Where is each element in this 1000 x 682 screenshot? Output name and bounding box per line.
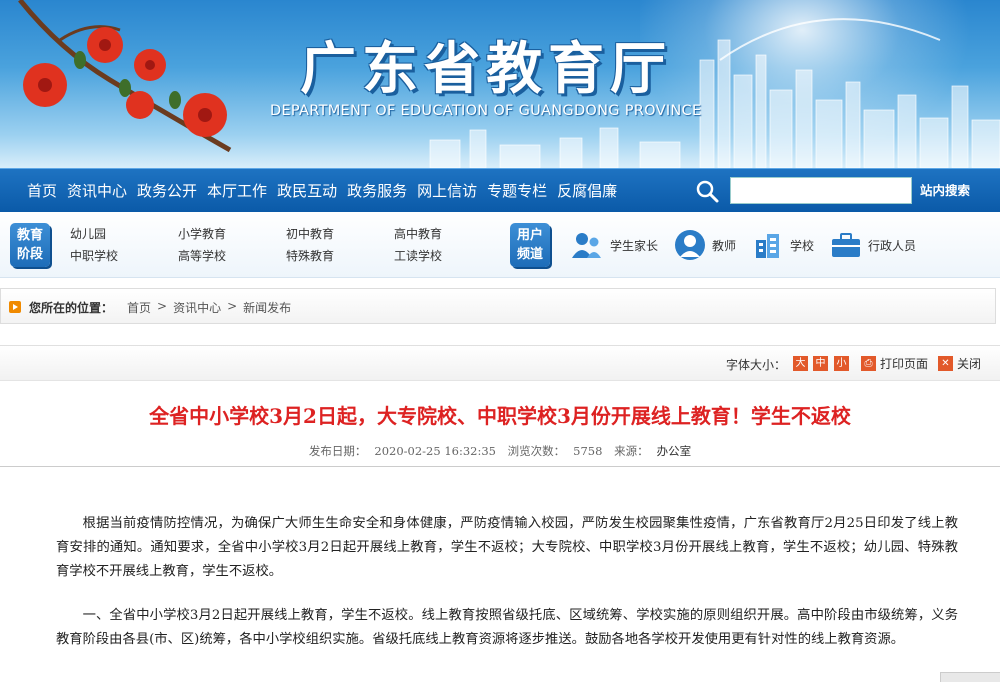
user-channel-list: 学生家长 教师 学校 行政人员 bbox=[570, 229, 932, 261]
site-subtitle: DEPARTMENT OF EDUCATION OF GUANGDONG PRO… bbox=[270, 103, 702, 119]
breadcrumb-news-release[interactable]: 新闻发布 bbox=[243, 299, 291, 316]
views-label: 浏览次数： bbox=[507, 444, 566, 458]
user-channel-teacher-label: 教师 bbox=[712, 238, 737, 253]
stage-link-senior[interactable]: 高中教育 bbox=[394, 225, 502, 243]
article-body: 根据当前疫情防控情况，为确保广大师生生命安全和身体健康，严防疫情输入校园，严防发… bbox=[56, 512, 958, 672]
user-channel-parents-label: 学生家长 bbox=[610, 238, 659, 253]
nav-item-anticorruption[interactable]: 反腐倡廉 bbox=[552, 180, 622, 201]
user-channel-admin[interactable]: 行政人员 bbox=[830, 231, 916, 259]
source-label: 来源： bbox=[614, 444, 649, 458]
main-nav: 首页 资讯中心 政务公开 本厅工作 政民互动 政务服务 网上信访 专题专栏 反腐… bbox=[0, 168, 1000, 212]
stage-links: 幼儿园 小学教育 初中教育 高中教育 中职学校 高等学校 特殊教育 工读学校 bbox=[70, 225, 502, 265]
school-building-icon bbox=[756, 234, 780, 258]
breadcrumb-home[interactable]: 首页 bbox=[127, 299, 151, 316]
views-count: 5758 bbox=[573, 444, 603, 458]
article-toolbar: 字体大小： 大 中 小 ⎙ 打印页面 ✕ 关闭 bbox=[0, 345, 1000, 381]
search-icon[interactable] bbox=[694, 178, 720, 204]
breadcrumb-news-center[interactable]: 资讯中心 bbox=[173, 299, 221, 316]
print-button[interactable]: ⎙ 打印页面 bbox=[861, 355, 928, 372]
breadcrumb-path: 首页 > 资讯中心 > 新闻发布 bbox=[127, 299, 291, 316]
close-label: 关闭 bbox=[957, 357, 982, 371]
nav-item-interaction[interactable]: 政民互动 bbox=[272, 180, 342, 201]
close-icon: ✕ bbox=[938, 356, 953, 371]
location-arrow-icon bbox=[9, 301, 21, 313]
article-paragraph: 一、全省中小学校3月2日起开展线上教育，学生不返校。线上教育按照省级托底、区域统… bbox=[56, 608, 958, 647]
article-title: 全省中小学校3月2日起，大专院校、中职学校3月份开展线上教育！学生不返校 bbox=[149, 404, 851, 428]
user-channel-school[interactable]: 学校 bbox=[752, 230, 814, 260]
breadcrumb-sep: > bbox=[227, 299, 238, 313]
user-channel-badge-text: 用户频道 bbox=[517, 228, 544, 262]
site-banner: 广东省教育厅 DEPARTMENT OF EDUCATION OF GUANGD… bbox=[0, 0, 1000, 168]
user-channel-badge: 用户频道 bbox=[510, 223, 550, 267]
publish-date: 2020-02-25 16:32:35 bbox=[374, 444, 496, 458]
user-channel-admin-label: 行政人员 bbox=[868, 238, 917, 253]
nav-item-gov-info[interactable]: 政务公开 bbox=[132, 180, 202, 201]
nav-item-services[interactable]: 政务服务 bbox=[342, 180, 412, 201]
education-stage-badge-text: 教育阶段 bbox=[17, 228, 44, 262]
nav-item-petition[interactable]: 网上信访 bbox=[412, 180, 482, 201]
font-size-medium-button[interactable]: 中 bbox=[813, 356, 828, 371]
briefcase-icon bbox=[832, 233, 861, 257]
publish-date-label: 发布日期： bbox=[308, 444, 367, 458]
print-label: 打印页面 bbox=[880, 357, 929, 371]
breadcrumb: 您所在的位置： 首页 > 资讯中心 > 新闻发布 bbox=[0, 288, 996, 324]
parent-student-icon bbox=[572, 233, 601, 258]
font-size-large-button[interactable]: 大 bbox=[793, 356, 808, 371]
stage-link-reform[interactable]: 工读学校 bbox=[394, 247, 502, 265]
site-search-button[interactable]: 站内搜索 bbox=[920, 180, 970, 199]
nav-item-topics[interactable]: 专题专栏 bbox=[482, 180, 552, 201]
stage-link-kindergarten[interactable]: 幼儿园 bbox=[70, 225, 178, 243]
print-icon: ⎙ bbox=[861, 356, 876, 371]
stage-link-higher[interactable]: 高等学校 bbox=[178, 247, 286, 265]
user-channel-parents[interactable]: 学生家长 bbox=[570, 230, 658, 260]
stage-link-special[interactable]: 特殊教育 bbox=[286, 247, 394, 265]
source-value: 办公室 bbox=[656, 444, 692, 458]
stage-link-junior[interactable]: 初中教育 bbox=[286, 225, 394, 243]
education-stage-badge: 教育阶段 bbox=[10, 223, 50, 267]
article-paragraph: 根据当前疫情防控情况，为确保广大师生生命安全和身体健康，严防疫情输入校园，严防发… bbox=[56, 516, 958, 579]
font-size-label: 字体大小： bbox=[726, 358, 787, 372]
user-channel-school-label: 学校 bbox=[790, 238, 815, 253]
teacher-icon bbox=[675, 230, 706, 260]
breadcrumb-sep: > bbox=[157, 299, 168, 313]
nav-item-home[interactable]: 首页 bbox=[22, 180, 62, 201]
main-nav-items: 首页 资讯中心 政务公开 本厅工作 政民互动 政务服务 网上信访 专题专栏 反腐… bbox=[22, 180, 622, 201]
stage-link-vocational[interactable]: 中职学校 bbox=[70, 247, 178, 265]
breadcrumb-label: 您所在的位置： bbox=[29, 301, 114, 315]
close-button[interactable]: ✕ 关闭 bbox=[938, 355, 981, 372]
nav-item-news[interactable]: 资讯中心 bbox=[62, 180, 132, 201]
corner-widget bbox=[940, 672, 1000, 682]
stage-link-primary[interactable]: 小学教育 bbox=[178, 225, 286, 243]
site-title: 广东省教育厅 bbox=[300, 37, 672, 102]
font-size-small-button[interactable]: 小 bbox=[834, 356, 849, 371]
article-meta: 发布日期： 2020-02-25 16:32:35 浏览次数： 5758 来源： 办公… bbox=[0, 443, 1000, 459]
title-divider bbox=[0, 466, 1000, 467]
search-input[interactable] bbox=[730, 177, 912, 204]
nav-item-dept-work[interactable]: 本厅工作 bbox=[202, 180, 272, 201]
user-channel-teacher[interactable]: 教师 bbox=[674, 229, 736, 261]
